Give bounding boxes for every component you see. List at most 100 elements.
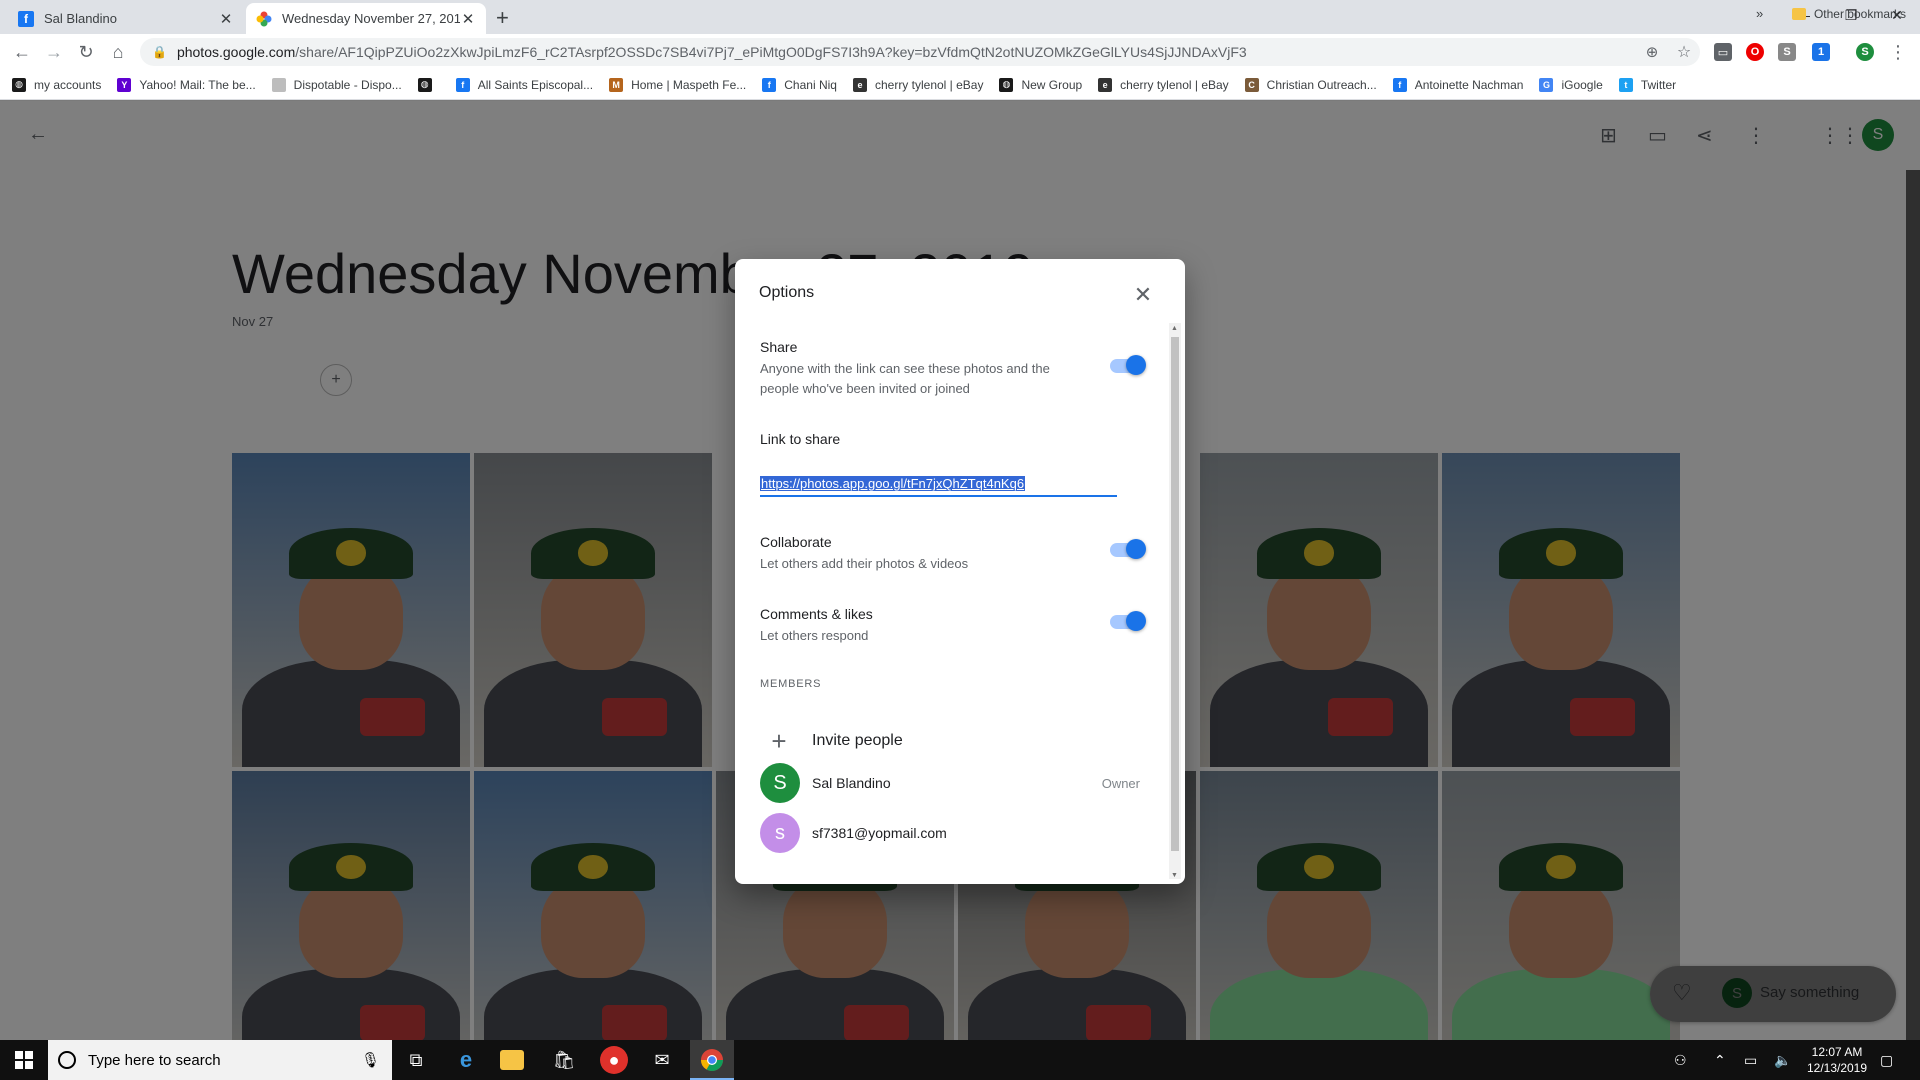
bookmark-item[interactable]: t Twitter	[1618, 77, 1677, 92]
bookmark-label: Twitter	[1640, 77, 1677, 92]
share-setting: Share Anyone with the link can see these…	[760, 339, 1140, 399]
file-explorer-icon[interactable]	[500, 1050, 524, 1070]
tab-title: Sal Blandino	[44, 11, 117, 26]
profile-avatar-icon[interactable]: S	[1856, 43, 1874, 61]
bookmarks-overflow-icon[interactable]: »	[1756, 6, 1763, 21]
twitter-icon: t	[1618, 77, 1633, 92]
avatar: S	[760, 763, 800, 803]
tab-strip: f Sal Blandino ✕ Wednesday November 27, …	[0, 0, 1920, 34]
yahoo-icon: Y	[117, 77, 132, 92]
browser-toolbar: ← → ↻ ⌂ 🔒 photos.google.com/share/AF1Qip…	[0, 34, 1920, 70]
comments-toggle[interactable]	[1110, 611, 1146, 631]
bookmark-label: iGoogle	[1561, 77, 1603, 92]
mail-icon[interactable]: ✉	[648, 1046, 676, 1074]
menu-kebab-icon[interactable]: ⋮	[1886, 40, 1910, 64]
chrome-taskbar-button[interactable]	[690, 1040, 734, 1080]
home-icon[interactable]: ⌂	[106, 40, 130, 64]
skype-icon[interactable]: S	[1778, 43, 1796, 61]
globe-icon: ◍	[12, 77, 26, 92]
tray-chevron-icon[interactable]: ⌃	[1714, 1040, 1726, 1080]
other-bookmarks[interactable]: Other bookmarks	[1791, 7, 1906, 21]
bookmark-label: New Group	[1021, 77, 1083, 92]
collaborate-toggle[interactable]	[1110, 539, 1146, 559]
store-icon[interactable]: 🛍	[550, 1046, 578, 1074]
bookmark-item[interactable]: ◍	[417, 77, 440, 92]
close-tab-icon[interactable]: ✕	[218, 10, 234, 28]
volume-icon[interactable]: 🔈	[1774, 1040, 1791, 1080]
comments-heading: Comments & likes	[760, 606, 873, 622]
network-icon[interactable]: ▭	[1744, 1040, 1757, 1080]
close-tab-icon[interactable]: ✕	[460, 10, 476, 28]
facebook-icon: f	[18, 10, 34, 27]
facebook-icon: f	[762, 77, 777, 92]
plus-icon: +	[771, 725, 787, 756]
task-view-icon[interactable]: ⧉	[402, 1046, 430, 1074]
bookmark-label: Christian Outreach...	[1266, 77, 1377, 92]
back-icon[interactable]: ←	[10, 40, 34, 64]
bookmark-label: Home | Maspeth Fe...	[631, 77, 747, 92]
address-bar[interactable]: 🔒 photos.google.com/share/AF1QipPZUiOo2z…	[140, 38, 1700, 66]
folder-icon	[1791, 8, 1806, 20]
dialog-scrollbar[interactable]: ▲ ▼	[1169, 323, 1181, 879]
comment-bar-dim	[1650, 966, 1896, 1022]
taskbar: Type here to search 🎙 ⧉ e 🛍 ● ✉ ⚇ ⌃ ▭ 🔈 …	[0, 1040, 1920, 1080]
cast-icon[interactable]: ▭	[1714, 43, 1732, 61]
opera-icon[interactable]: O	[1746, 43, 1764, 61]
bookmark-star-icon[interactable]: ☆	[1672, 40, 1696, 64]
globe-icon: ◍	[417, 77, 432, 92]
tab-album[interactable]: Wednesday November 27, 2019 ✕	[246, 3, 486, 34]
member-name: Sal Blandino	[812, 775, 891, 791]
clock[interactable]: 12:07 AM 12/13/2019	[1800, 1044, 1874, 1076]
share-link-text[interactable]: https://photos.app.goo.gl/tFn7jxQhZTqt4n…	[760, 476, 1026, 491]
member-name: sf7381@yopmail.com	[812, 825, 947, 841]
bookmark-item[interactable]: e cherry tylenol | eBay	[1098, 77, 1229, 92]
member-row[interactable]: s sf7381@yopmail.com	[760, 811, 1140, 855]
lock-icon: 🔒	[152, 45, 167, 59]
bookmark-item[interactable]: M Home | Maspeth Fe...	[609, 77, 747, 92]
taskbar-search[interactable]: Type here to search 🎙	[48, 1040, 392, 1080]
page-icon	[271, 77, 286, 92]
bookmark-item[interactable]: Y Yahoo! Mail: The be...	[117, 77, 256, 92]
share-heading: Share	[760, 339, 798, 355]
scroll-up-icon[interactable]: ▲	[1171, 325, 1178, 332]
notifications-icon[interactable]: ▢	[1880, 1040, 1893, 1080]
close-icon[interactable]: ✕	[1127, 279, 1159, 311]
app-icon[interactable]: ●	[600, 1046, 628, 1074]
link-to-share-label: Link to share	[760, 431, 841, 447]
windows-start-icon[interactable]	[0, 1040, 48, 1080]
forward-icon[interactable]: →	[42, 40, 66, 64]
bookmark-label: my accounts	[34, 77, 102, 92]
bookmarks-bar: ◍ my accounts Y Yahoo! Mail: The be... Dispo…	[0, 70, 1920, 100]
dialog-title: Options	[759, 284, 815, 301]
bookmark-label: cherry tylenol | eBay	[874, 77, 984, 92]
share-toggle[interactable]	[1110, 355, 1146, 375]
reload-icon[interactable]: ↻	[74, 40, 98, 64]
scroll-down-icon[interactable]: ▼	[1171, 872, 1178, 879]
bookmark-item[interactable]: Dispotable - Dispo...	[271, 77, 402, 92]
bookmark-item[interactable]: e cherry tylenol | eBay	[852, 77, 984, 92]
date: 12/13/2019	[1806, 1061, 1868, 1075]
people-icon[interactable]: ⚇	[1674, 1040, 1687, 1080]
tab-sal-blandino[interactable]: f Sal Blandino ✕	[8, 3, 244, 34]
install-icon[interactable]: ⊕	[1640, 40, 1664, 64]
facebook-icon: f	[455, 77, 470, 92]
scrollbar-thumb[interactable]	[1171, 337, 1179, 851]
maspeth-icon: M	[609, 77, 624, 92]
bookmark-item[interactable]: f All Saints Episcopal...	[455, 77, 593, 92]
extension-icon[interactable]: 1	[1812, 43, 1830, 61]
new-tab-button[interactable]: +	[496, 5, 509, 31]
member-row[interactable]: S Sal Blandino Owner	[760, 761, 1140, 805]
bookmark-item[interactable]: C Christian Outreach...	[1244, 77, 1377, 92]
bookmark-item[interactable]: f Antoinette Nachman	[1392, 77, 1523, 92]
edge-icon[interactable]: e	[452, 1046, 480, 1074]
bookmark-label: cherry tylenol | eBay	[1120, 77, 1229, 92]
bookmark-item[interactable]: ◍ my accounts	[12, 77, 102, 92]
bookmark-item[interactable]: ◍ New Group	[999, 77, 1083, 92]
chrome-icon	[701, 1049, 723, 1071]
bookmark-item[interactable]: f Chani Niq	[762, 77, 837, 92]
tab-title: Wednesday November 27, 2019	[282, 11, 460, 26]
google-photos-icon	[256, 11, 272, 27]
invite-people-button[interactable]: + Invite people	[760, 721, 1140, 761]
bookmark-item[interactable]: GiGoogle	[1539, 77, 1603, 92]
microphone-icon[interactable]: 🎙	[361, 1051, 380, 1069]
